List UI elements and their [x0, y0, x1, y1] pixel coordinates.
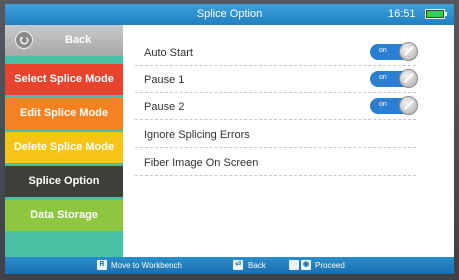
title-bar: Splice Option 16:51: [5, 4, 454, 25]
setting-row-pause-1[interactable]: Pause 1 on: [135, 66, 418, 93]
page-title: Splice Option: [196, 8, 263, 20]
r-key-icon: R: [97, 260, 107, 270]
toggle-knob: [399, 96, 418, 115]
pause-1-toggle[interactable]: on: [370, 69, 418, 88]
setting-row-ignore-splicing-errors[interactable]: Ignore Splicing Errors: [135, 121, 416, 148]
settings-panel: Auto Start on Pause 1 on Pause 2 on Igno…: [123, 25, 454, 257]
setting-row-pause-2[interactable]: Pause 2 on: [135, 93, 418, 120]
clock: 16:51: [388, 8, 416, 20]
hint-bar: R Move to Workbench ⏎ Back ◉ Proceed: [5, 257, 454, 274]
back-label: Back: [65, 34, 92, 46]
battery-level: [427, 11, 443, 17]
sidebar-item-splice-option[interactable]: Splice Option: [5, 166, 123, 197]
setting-row-fiber-image-on-screen[interactable]: Fiber Image On Screen: [135, 149, 416, 176]
toggle-knob: [399, 69, 418, 88]
pause-2-toggle[interactable]: on: [370, 96, 418, 115]
sidebar-item-delete-splice-mode[interactable]: Delete Splice Mode: [5, 132, 123, 163]
sidebar-item-data-storage[interactable]: Data Storage: [5, 200, 123, 231]
toggle-knob: [399, 42, 418, 61]
screen: Splice Option 16:51 Back Select Splice M…: [5, 4, 454, 274]
device-frame: Splice Option 16:51 Back Select Splice M…: [0, 0, 459, 280]
sidebar-item-edit-splice-mode[interactable]: Edit Splice Mode: [5, 98, 123, 129]
back-arrow-icon: [15, 31, 33, 49]
sidebar-item-select-splice-mode[interactable]: Select Splice Mode: [5, 64, 123, 95]
hint-move-to-workbench: Move to Workbench: [111, 261, 182, 270]
ok-key-icon: ◉: [301, 260, 311, 270]
hint-proceed: Proceed: [315, 261, 345, 270]
hint-back: Back: [248, 261, 266, 270]
back-button[interactable]: Back: [5, 25, 123, 56]
dpad-key-icon: [289, 260, 299, 270]
battery-icon: [425, 9, 447, 19]
setting-row-auto-start[interactable]: Auto Start on: [135, 39, 418, 66]
sidebar: Back Select Splice Mode Edit Splice Mode…: [5, 25, 123, 257]
auto-start-toggle[interactable]: on: [370, 42, 418, 61]
enter-key-icon: ⏎: [233, 260, 243, 270]
